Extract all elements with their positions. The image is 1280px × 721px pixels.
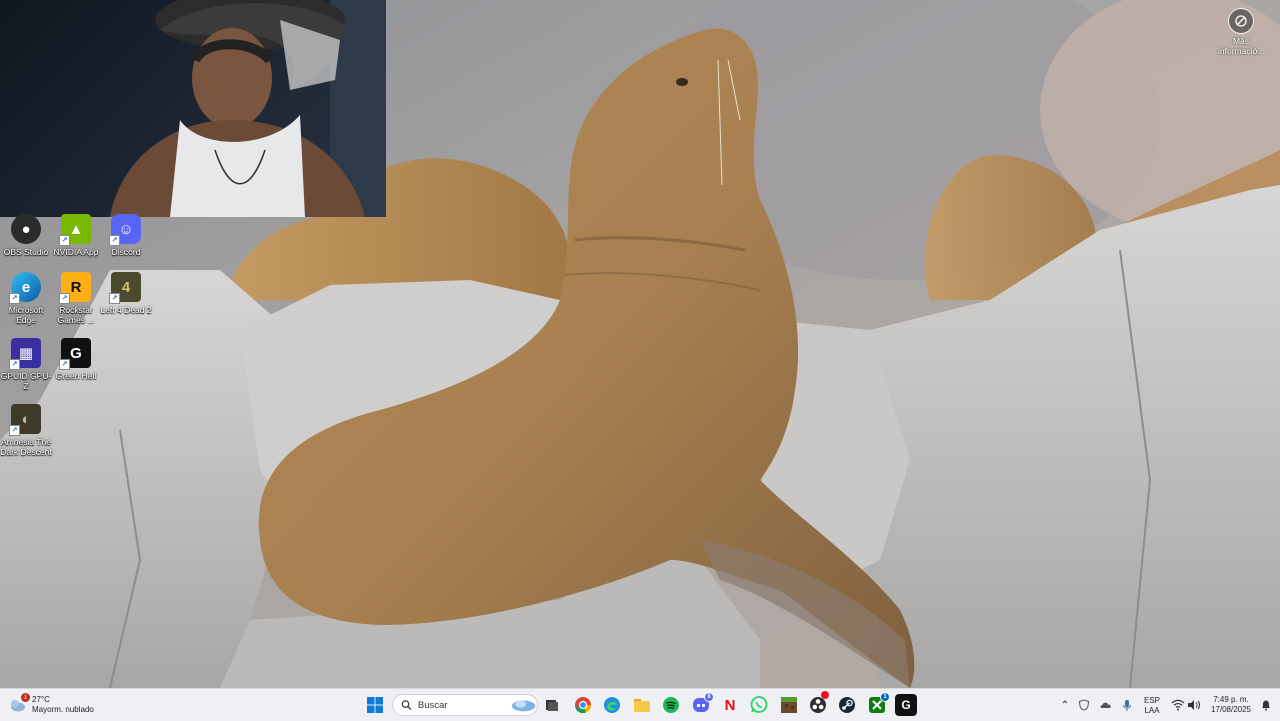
- taskbar-greenhell[interactable]: G: [895, 694, 917, 716]
- cloud-sync-icon: [1100, 702, 1111, 708]
- shield-icon: [1078, 699, 1090, 711]
- spotify-icon: [663, 697, 679, 713]
- weather-widget[interactable]: 1 27°C Mayorm. nublado: [8, 692, 94, 718]
- weather-condition: Mayorm. nublado: [32, 705, 94, 714]
- rockstar-icon: R ↗: [59, 272, 91, 304]
- taskbar-spotify[interactable]: [660, 694, 682, 716]
- left4dead2-icon: 4 ↗: [109, 272, 141, 304]
- language-indicator[interactable]: ESP LAA: [1140, 696, 1164, 716]
- edge-icon: [604, 697, 620, 713]
- nvidia-icon: ▲ ↗: [59, 214, 91, 246]
- microphone-icon: [1123, 699, 1131, 711]
- discord-badge: 8: [704, 692, 714, 702]
- notification-center-button[interactable]: [1255, 694, 1277, 716]
- bell-icon: [1262, 700, 1270, 711]
- weather-temperature: 27°C: [32, 695, 50, 704]
- edge-icon: e ↗: [9, 272, 41, 304]
- chevron-up-icon: ⌃: [1060, 699, 1070, 711]
- desktop-icon-greenhell[interactable]: G ↗ Green Hell: [50, 338, 102, 381]
- greenhell-icon: G: [901, 698, 911, 712]
- desktop-icon-discord[interactable]: ☺ ↗ Discord: [100, 214, 152, 257]
- taskbar-chrome[interactable]: [572, 694, 594, 716]
- tray-security[interactable]: [1073, 694, 1095, 716]
- taskbar-search-box[interactable]: [392, 694, 538, 716]
- windows-start-icon: [367, 697, 383, 713]
- file-explorer-icon: [634, 699, 650, 712]
- task-view-icon: [546, 700, 558, 711]
- desktop-icon-label: Amnesia The Dark Descent: [0, 437, 52, 457]
- desktop-icon-label: Rockstar Games ...: [57, 305, 95, 325]
- netflix-icon: N: [724, 696, 736, 714]
- taskbar-xbox[interactable]: 1: [866, 692, 890, 716]
- whatsapp-icon: [750, 696, 768, 713]
- desktop-icon-label: Microsoft Edge: [8, 305, 44, 325]
- start-button[interactable]: [364, 694, 386, 716]
- language-code: ESP: [1143, 696, 1160, 705]
- camera-icon: [1228, 8, 1254, 34]
- search-icon: [401, 700, 412, 710]
- tray-onedrive[interactable]: [1095, 694, 1117, 716]
- clock[interactable]: 7:49 p. m. 17/08/2025: [1205, 695, 1257, 715]
- desktop-icon-label: Left 4 Dead 2: [100, 305, 152, 315]
- taskbar-steam[interactable]: [836, 694, 858, 716]
- search-highlight-icon: [511, 700, 536, 712]
- taskbar-obs[interactable]: [807, 691, 829, 716]
- desktop-icon-left4dead2[interactable]: 4 ↗ Left 4 Dead 2: [100, 272, 152, 315]
- taskbar-discord[interactable]: 8: [690, 692, 714, 716]
- amnesia-icon: ◐ ↗: [9, 404, 41, 436]
- desktop-icon-label: Green Hell: [55, 371, 97, 381]
- clock-date: 17/08/2025: [1210, 705, 1252, 714]
- minecraft-icon: [781, 697, 797, 713]
- keyboard-layout: LAA: [1144, 706, 1160, 715]
- speaker-icon: [1188, 700, 1200, 710]
- search-input[interactable]: [415, 698, 510, 712]
- obs-icon: ●: [11, 214, 41, 244]
- greenhell-icon: G ↗: [59, 338, 91, 370]
- clock-time: 7:49 p. m.: [1213, 695, 1249, 704]
- desktop-icon-amnesia[interactable]: ◐ ↗ Amnesia The Dark Descent: [0, 404, 52, 457]
- desktop-icon-label: Discord: [111, 247, 141, 257]
- desktop-icon-label: OBS Studio: [3, 247, 49, 257]
- desktop-icon-obs[interactable]: ● OBS Studio: [0, 214, 52, 257]
- weather-notification-badge: 1: [21, 693, 30, 702]
- tray-microphone[interactable]: [1116, 694, 1138, 716]
- taskbar-file-explorer[interactable]: [631, 694, 653, 716]
- spotlight-info-button[interactable]: Más informació...: [1218, 8, 1264, 56]
- desktop-icon-label: NVIDIA App: [53, 247, 99, 257]
- taskbar-edge[interactable]: [601, 694, 623, 716]
- info-button-label: Más informació...: [1218, 36, 1265, 56]
- desktop-icon-edge[interactable]: e ↗ Microsoft Edge: [0, 272, 52, 325]
- webcam-person-image: [110, 0, 386, 217]
- taskbar-task-view[interactable]: [541, 694, 563, 716]
- steam-icon: [839, 697, 855, 713]
- gpuz-icon: ▦ ↗: [9, 338, 41, 370]
- xbox-badge: 1: [880, 692, 890, 702]
- tray-volume[interactable]: [1183, 694, 1205, 716]
- chrome-icon: [575, 697, 592, 714]
- taskbar-minecraft[interactable]: [778, 694, 800, 716]
- desktop-icon-gpuz[interactable]: ▦ ↗ GPUID GPU-Z: [0, 338, 52, 391]
- desktop-icon-label: GPUID GPU-Z: [0, 371, 52, 391]
- taskbar-netflix[interactable]: N: [719, 694, 741, 716]
- taskbar-whatsapp[interactable]: [748, 694, 770, 716]
- recording-indicator: [821, 691, 829, 699]
- taskbar: 1 27°C Mayorm. nublado Buscar 8 N 1 G ⌃ …: [0, 688, 1280, 721]
- desktop-icon-rockstar[interactable]: R ↗ Rockstar Games ...: [50, 272, 102, 325]
- webcam-overlay: [0, 0, 386, 217]
- discord-icon: ☺ ↗: [109, 214, 141, 246]
- desktop-icon-nvidia[interactable]: ▲ ↗ NVIDIA App: [50, 214, 102, 257]
